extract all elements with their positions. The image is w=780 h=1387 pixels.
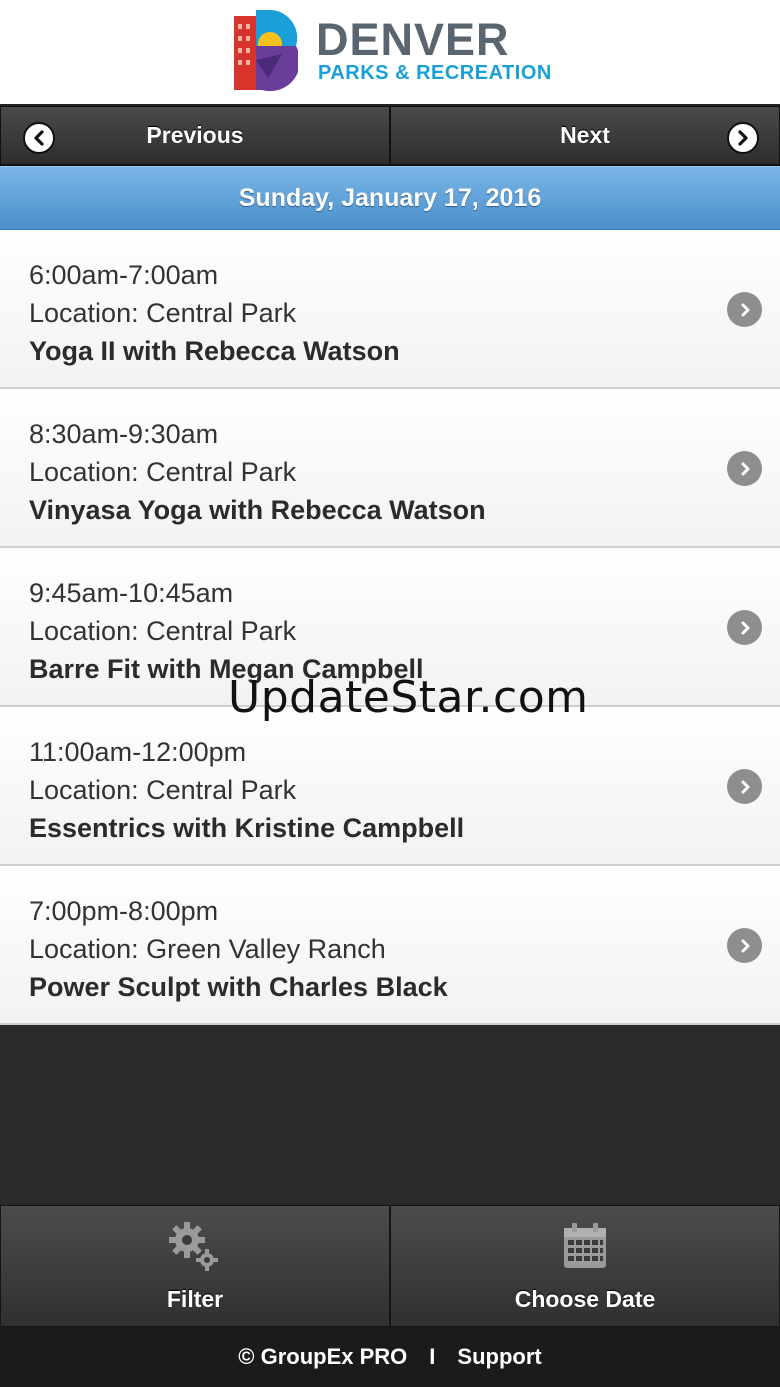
footer: © GroupEx PRO I Support <box>0 1327 780 1387</box>
class-title: Yoga II with Rebecca Watson <box>29 336 400 366</box>
class-title: Essentrics with Kristine Campbell <box>29 813 465 843</box>
class-item[interactable]: 8:30am-9:30am Location: Central Park Vin… <box>0 389 780 548</box>
class-item[interactable]: 11:00am-12:00pm Location: Central Park E… <box>0 707 780 866</box>
date-header: Sunday, January 17, 2016 <box>0 166 780 230</box>
class-time: 8:30am-9:30am <box>29 419 219 449</box>
class-time: 9:45am-10:45am <box>29 578 234 608</box>
watermark: UpdateStar.com <box>228 672 589 723</box>
chevron-right-icon <box>727 610 762 645</box>
class-location: Location: Central Park <box>29 775 297 805</box>
day-navigation: Previous Next <box>0 106 780 166</box>
footer-separator: I <box>429 1344 436 1369</box>
chevron-right-icon <box>727 451 762 486</box>
class-location: Location: Central Park <box>29 457 297 487</box>
chevron-right-icon <box>727 928 762 963</box>
class-item[interactable]: 7:00pm-8:00pm Location: Green Valley Ran… <box>0 866 780 1025</box>
filter-button[interactable]: Filter <box>0 1205 390 1327</box>
bottom-toolbar: Filter Choose Date <box>0 1205 780 1327</box>
class-time: 11:00am-12:00pm <box>29 737 247 767</box>
class-time: 7:00pm-8:00pm <box>29 896 219 926</box>
chevron-right-icon <box>727 292 762 327</box>
chevron-left-icon <box>23 122 55 154</box>
support-link[interactable]: Support <box>457 1344 541 1370</box>
calendar-icon <box>564 1223 606 1268</box>
next-day-button[interactable]: Next <box>390 106 780 165</box>
chevron-right-icon <box>727 122 759 154</box>
logo-subtitle: PARKS & RECREATION <box>318 62 552 84</box>
denver-logo-icon <box>234 10 298 92</box>
class-location: Location: Central Park <box>29 298 297 328</box>
filter-label: Filter <box>166 1286 224 1312</box>
class-location: Location: Central Park <box>29 616 297 646</box>
previous-day-button[interactable]: Previous <box>0 106 390 165</box>
choose-date-button[interactable]: Choose Date <box>390 1205 780 1327</box>
next-label: Next <box>560 122 610 148</box>
gears-icon <box>169 1222 218 1271</box>
class-time: 6:00am-7:00am <box>29 260 219 290</box>
choose-date-label: Choose Date <box>514 1286 656 1312</box>
logo-title: DENVER <box>316 14 510 65</box>
class-location: Location: Green Valley Ranch <box>29 934 386 964</box>
class-item[interactable]: 6:00am-7:00am Location: Central Park Yog… <box>0 230 780 389</box>
class-title: Vinyasa Yoga with Rebecca Watson <box>29 495 486 525</box>
previous-label: Previous <box>146 122 244 148</box>
class-list: 6:00am-7:00am Location: Central Park Yog… <box>0 230 780 1025</box>
class-title: Power Sculpt with Charles Black <box>29 972 448 1002</box>
groupex-brand-link[interactable]: © GroupEx PRO <box>238 1344 407 1370</box>
app-header: DENVER PARKS & RECREATION <box>0 0 780 106</box>
chevron-right-icon <box>727 769 762 804</box>
